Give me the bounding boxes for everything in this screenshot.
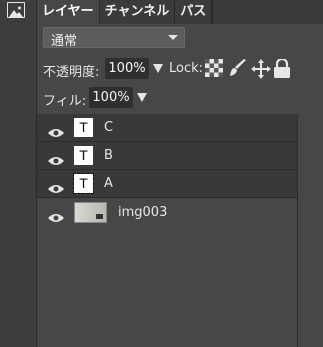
chevron-down-icon — [168, 35, 178, 40]
blend-mode-value: 通常 — [51, 34, 78, 49]
lock-paint-icon[interactable] — [229, 59, 247, 81]
tab-channels[interactable]: チャンネル — [99, 0, 176, 24]
layer-name: A — [104, 176, 113, 191]
text-layer-thumbnail: T — [73, 173, 94, 194]
image-icon[interactable] — [7, 2, 25, 18]
opacity-input[interactable]: 100% — [105, 58, 149, 79]
fill-label: フィル: — [43, 94, 87, 109]
layer-row[interactable]: img003 — [37, 198, 297, 228]
tool-strip — [0, 0, 37, 347]
text-layer-thumbnail: T — [74, 118, 93, 137]
layer-name: C — [104, 120, 114, 135]
lock-all-icon[interactable] — [274, 57, 290, 82]
opacity-label: 不透明度: — [43, 65, 100, 80]
eye-icon[interactable] — [48, 123, 64, 142]
fill-dropdown-icon[interactable] — [137, 93, 147, 102]
lock-transparency-icon[interactable] — [205, 59, 223, 81]
layers-scrollbar[interactable] — [297, 114, 310, 347]
eye-icon[interactable] — [48, 208, 64, 227]
image-layer-thumbnail — [74, 202, 107, 223]
eye-icon[interactable] — [48, 151, 64, 170]
layer-name: img003 — [118, 205, 168, 220]
layers-list: T C T B T A img003 — [37, 114, 297, 347]
tab-layers[interactable]: レイヤー — [37, 0, 100, 24]
opacity-dropdown-icon[interactable] — [153, 64, 163, 73]
text-layer-thumbnail: T — [74, 146, 93, 165]
layer-row[interactable]: T B — [37, 142, 297, 170]
layers-panel: レイヤー チャンネル パス 通常 不透明度: 100% Lock: フィル: 1… — [37, 0, 323, 347]
blend-mode-select[interactable]: 通常 — [43, 27, 185, 49]
tab-bar-fill — [212, 0, 323, 24]
fill-input[interactable]: 100% — [89, 87, 133, 108]
eye-icon[interactable] — [48, 179, 64, 198]
opacity-row: 不透明度: 100% Lock: — [43, 57, 323, 83]
layer-row[interactable]: T C — [37, 114, 297, 142]
layer-name: B — [104, 148, 113, 163]
lock-label: Lock: — [169, 61, 204, 76]
tab-paths[interactable]: パス — [175, 0, 213, 24]
fill-row: フィル: 100% — [43, 87, 243, 109]
layer-row-selected[interactable]: T A — [37, 170, 297, 198]
panel-tabs: レイヤー チャンネル パス — [37, 0, 323, 24]
lock-move-icon[interactable] — [251, 59, 271, 83]
